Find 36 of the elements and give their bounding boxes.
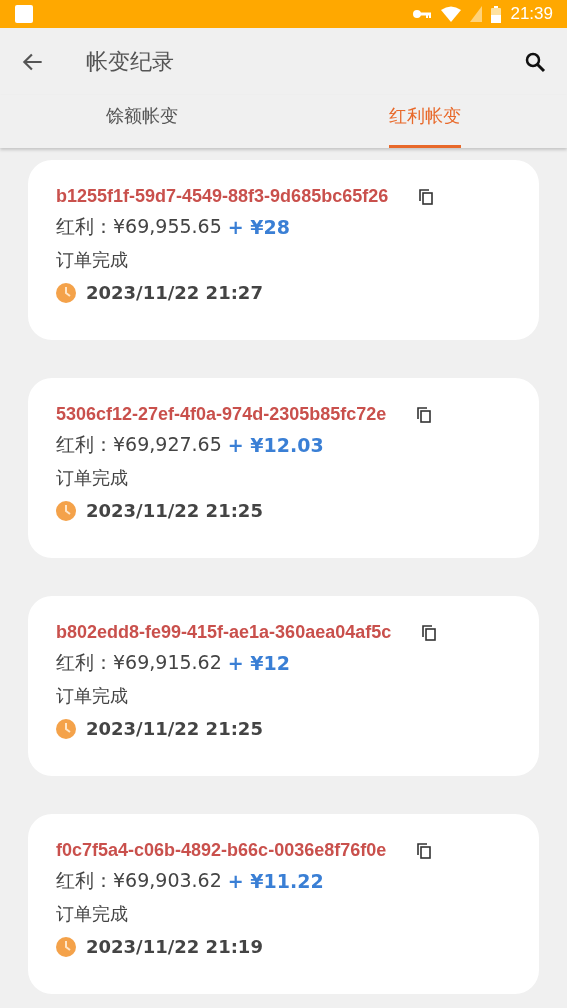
record-time: 2023/11/22 21:25	[86, 718, 263, 739]
bonus-change: + ¥11.22	[227, 869, 324, 892]
page-title: 帐变纪录	[86, 47, 175, 76]
copy-icon[interactable]	[418, 187, 435, 206]
order-id: b802edd8-fe99-415f-ae1a-360aea04af5c	[56, 622, 392, 643]
bonus-change: + ¥12.03	[227, 433, 324, 456]
tab[interactable]: 馀额帐变	[105, 95, 178, 148]
status-time: 21:39	[510, 4, 553, 24]
clock-icon	[56, 500, 76, 521]
clock-icon	[56, 282, 76, 303]
record-time: 2023/11/22 21:27	[86, 282, 263, 303]
order-status: 订单完成	[56, 465, 128, 490]
order-id: b1255f1f-59d7-4549-88f3-9d685bc65f26	[56, 186, 389, 207]
clock-icon	[56, 718, 76, 739]
copy-icon[interactable]	[421, 623, 438, 642]
copy-icon[interactable]	[416, 405, 433, 424]
clock-icon	[56, 936, 76, 957]
bonus-change: + ¥28	[227, 215, 290, 238]
order-status: 订单完成	[56, 901, 128, 926]
bonus-balance: 红利：¥69,903.62	[56, 867, 222, 893]
bonus-balance: 红利：¥69,927.65	[56, 431, 222, 457]
order-id: 5306cf12-27ef-4f0a-974d-2305b85fc72e	[56, 404, 387, 425]
wifi-icon	[441, 6, 462, 22]
record-time: 2023/11/22 21:25	[86, 500, 263, 521]
bonus-balance: 红利：¥69,915.62	[56, 649, 222, 675]
notification-icon	[14, 4, 34, 24]
battery-icon	[491, 5, 502, 23]
bonus-balance: 红利：¥69,955.65	[56, 213, 222, 239]
signal-icon	[470, 6, 483, 22]
copy-icon[interactable]	[416, 841, 433, 860]
bonus-change: + ¥12	[227, 651, 290, 674]
record-time: 2023/11/22 21:19	[86, 936, 263, 957]
key-icon	[412, 8, 433, 20]
order-status: 订单完成	[56, 247, 128, 272]
order-id: f0c7f5a4-c06b-4892-b66c-0036e8f76f0e	[56, 840, 387, 861]
order-status: 订单完成	[56, 683, 128, 708]
